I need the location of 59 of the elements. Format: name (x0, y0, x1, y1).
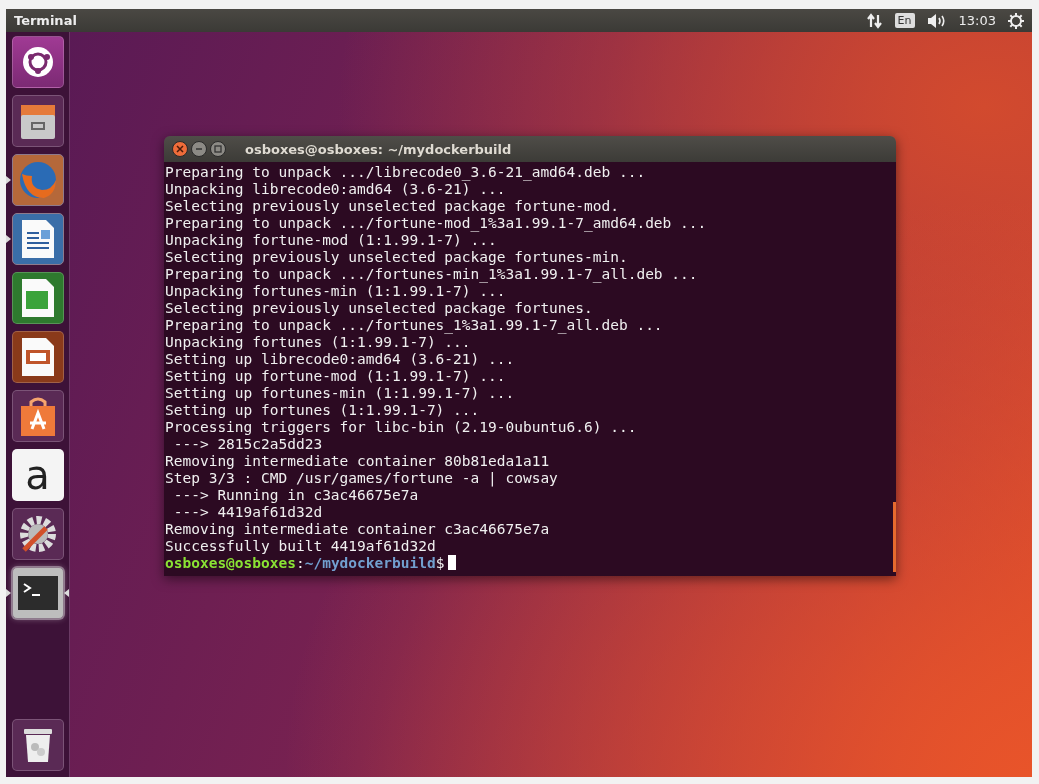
volume-icon[interactable] (926, 12, 947, 29)
dash-launcher-item[interactable] (11, 36, 64, 88)
files-launcher-item[interactable] (11, 95, 64, 147)
terminal-output-line: Unpacking fortunes-min (1:1.99.1-7) ... (165, 283, 507, 300)
close-button[interactable] (172, 141, 188, 157)
network-arrows-icon[interactable] (866, 12, 883, 29)
firefox-launcher-item[interactable] (11, 154, 64, 206)
terminal-output-line: Removing intermediate container c3ac46675e7a (165, 521, 551, 538)
prompt-separator: : (295, 555, 305, 571)
text-cursor (448, 555, 457, 570)
terminal-output-line: Preparing to unpack .../fortune-mod_1%3a1.99.1-7_amd64.deb ... (165, 215, 708, 232)
calc-launcher-item[interactable] (11, 272, 64, 324)
minimize-button[interactable] (191, 141, 207, 157)
settings-launcher-item[interactable] (11, 508, 64, 560)
terminal-output-line: Preparing to unpack .../librecode0_3.6-21_amd64.deb ... (165, 164, 647, 181)
trash-can-icon (22, 727, 53, 763)
terminal-output-line: ---> 4419af61d32d (172, 504, 324, 521)
prompt-user-host: osboxes@osboxes (165, 555, 296, 571)
document-icon (19, 277, 56, 319)
terminal-launcher-item[interactable] (11, 567, 64, 619)
prompt-path: ~/mydockerbuild (304, 555, 436, 571)
terminal-output-line: Removing intermediate container 80b81eda1a11 (165, 453, 551, 470)
maximize-icon (214, 145, 222, 153)
keyboard-layout-indicator[interactable]: En (894, 13, 915, 28)
close-icon (176, 145, 184, 153)
terminal-output-line: Unpacking fortune-mod (1:1.99.1-7) ... (165, 232, 498, 249)
terminal-output-line: Selecting previously unselected package fortunes-min. (165, 249, 629, 266)
document-icon (19, 336, 56, 378)
minimize-icon (195, 145, 203, 153)
software-launcher-item[interactable] (11, 390, 64, 442)
terminal-output-line: Processing triggers for libc-bin (2.19-0ubuntu6.6) ... (165, 419, 638, 436)
terminal-title: osboxes@osboxes: ~/mydockerbuild (245, 141, 512, 157)
trash-launcher-item[interactable] (11, 719, 64, 771)
terminal-output-line: Successfully built 4419af61d32d (165, 538, 437, 555)
scrollbar[interactable] (893, 502, 896, 572)
terminal-output-line: Step 3/3 : CMD /usr/games/fortune -a | cowsay (165, 470, 559, 487)
writer-launcher-item[interactable] (11, 213, 64, 265)
terminal-output-line: Unpacking librecode0:amd64 (3.6-21) ... (165, 181, 507, 198)
document-icon (19, 218, 56, 260)
terminal-output-line: ---> Running in c3ac46675e7a (172, 487, 420, 504)
circle-of-friends-icon (20, 45, 55, 79)
terminal-output-line: Preparing to unpack .../fortunes-min_1%3a1.99.1-7_all.deb ... (165, 266, 699, 283)
terminal-prompt-icon (17, 576, 58, 610)
clock[interactable]: 13:03 (958, 13, 996, 28)
terminal-output-line: Unpacking fortunes (1:1.99.1-7) ... (165, 334, 472, 351)
gear-icon[interactable] (1008, 12, 1024, 29)
terminal-output-line: Selecting previously unselected package fortunes. (165, 300, 594, 317)
terminal-output-line: Preparing to unpack .../fortunes_1%3a1.99.1-7_all.deb ... (165, 317, 664, 334)
impress-launcher-item[interactable] (11, 331, 64, 383)
terminal-output-line: Setting up fortune-mod (1:1.99.1-7) ... (165, 368, 507, 385)
terminal-output-line: Setting up fortunes (1:1.99.1-7) ... (165, 402, 481, 419)
terminal-output-line: ---> 2815c2a5dd23 (172, 436, 324, 453)
amazon-launcher-item[interactable]: a (11, 449, 64, 501)
terminal-output-line: Setting up fortunes-min (1:1.99.1-7) ... (165, 385, 516, 402)
terminal-output-line: Setting up librecode0:amd64 (3.6-21) ... (165, 351, 516, 368)
prompt-symbol: $ (435, 555, 445, 571)
maximize-button[interactable] (210, 141, 226, 157)
window-title: Terminal (14, 13, 77, 28)
terminal-output-line: Selecting previously unselected package fortune-mod. (165, 198, 620, 215)
